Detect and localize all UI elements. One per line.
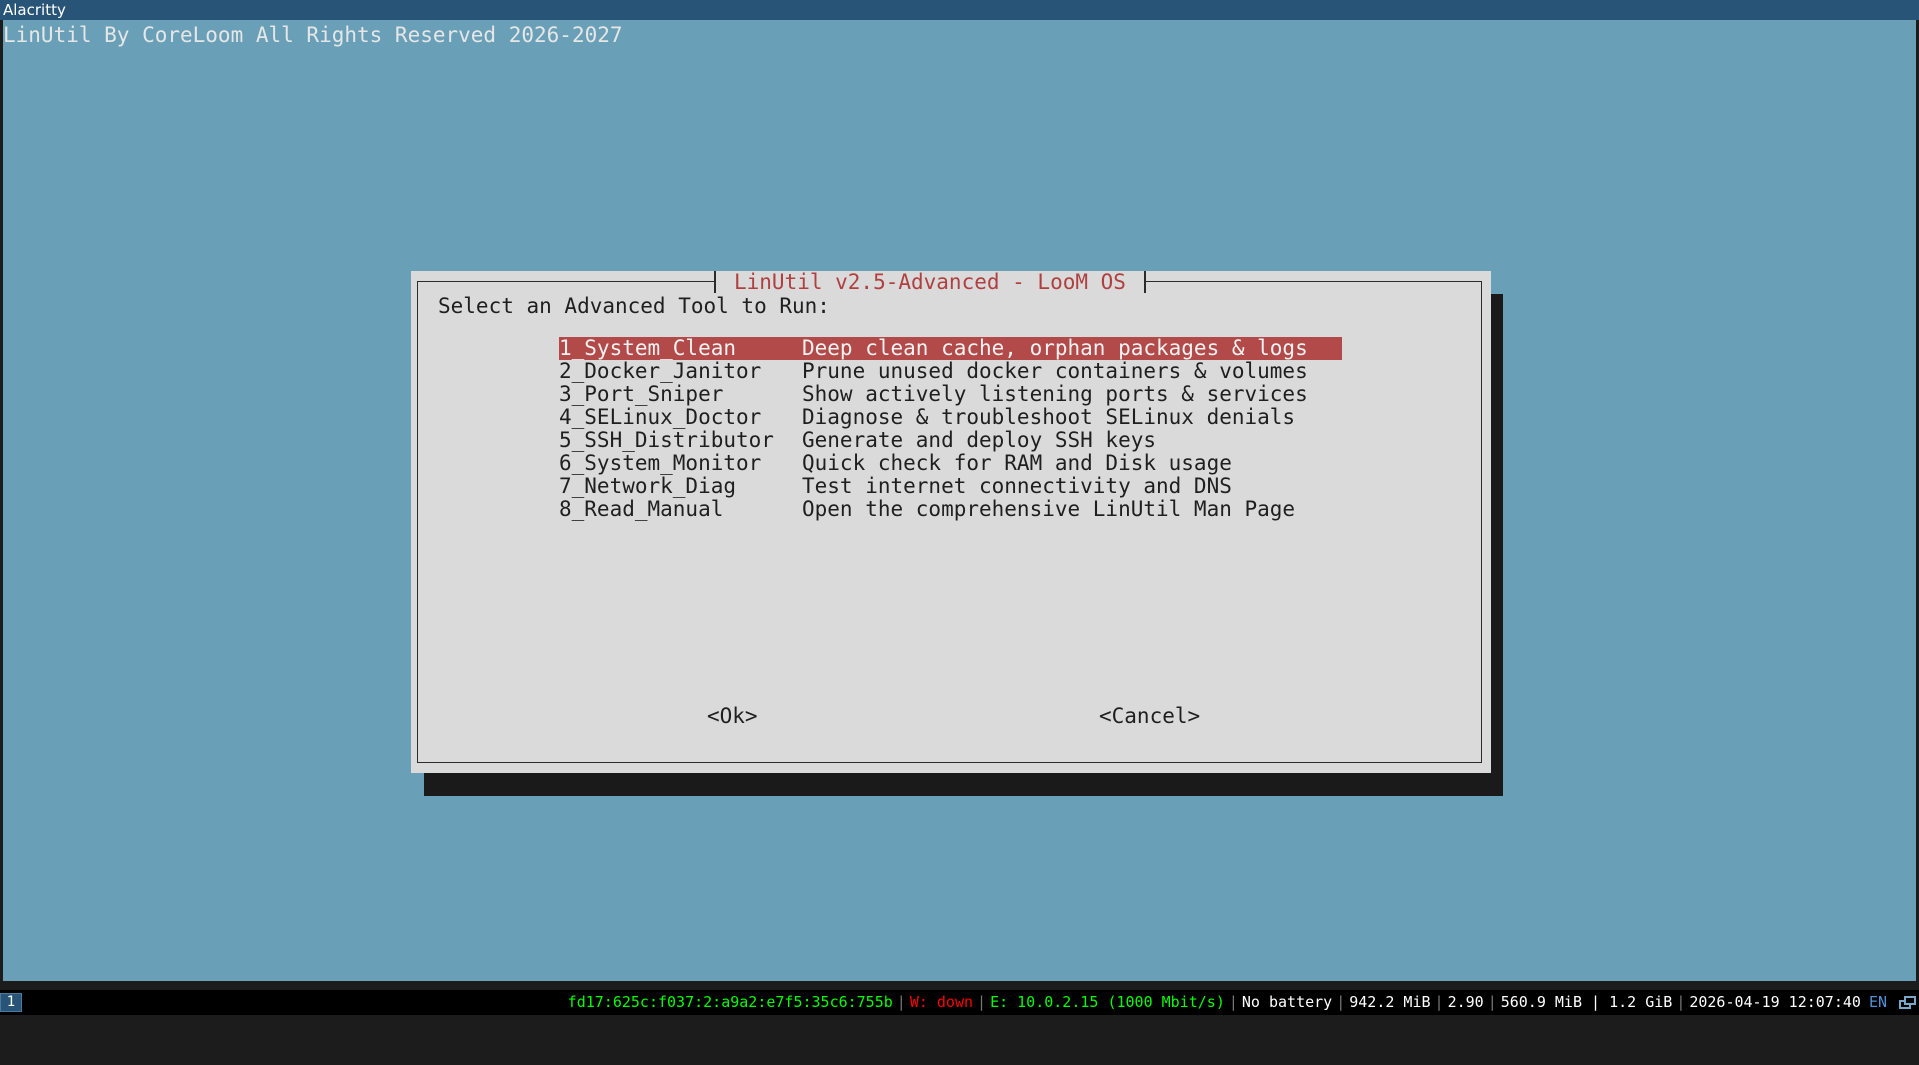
window-stack-icon[interactable] bbox=[1897, 995, 1917, 1011]
menu-item-docker-janitor[interactable]: 2_Docker_Janitor Prune unused docker cont… bbox=[559, 360, 1342, 383]
memory-usage: 560.9 MiB | 1.2 GiB bbox=[1500, 993, 1673, 1011]
menu-item-tag: 5_SSH_Distributor bbox=[559, 428, 774, 452]
menu-item-tag: 4_SELinux_Doctor bbox=[559, 405, 762, 429]
menu-item-desc: Diagnose & troubleshoot SELinux denials bbox=[802, 405, 1296, 429]
status-blocks: fd17:625c:f037:2:a9a2:e7f5:35c6:755b | W:… bbox=[564, 990, 1919, 1015]
memory-free: 942.2 MiB bbox=[1349, 993, 1431, 1011]
menu-item-tag: 7_Network_Diag bbox=[559, 474, 737, 498]
ok-button[interactable]: <Ok> bbox=[707, 701, 758, 731]
menu-item-desc: Generate and deploy SSH keys bbox=[802, 428, 1157, 452]
menu-item-tag: 2_Docker_Janitor bbox=[559, 359, 762, 383]
cancel-button[interactable]: <Cancel> bbox=[1099, 701, 1200, 731]
menu-item-read-manual[interactable]: 8_Read_Manual Open the comprehensive LinU… bbox=[559, 498, 1342, 521]
wifi-status: W: down bbox=[909, 993, 974, 1011]
ipv6-status: fd17:625c:f037:2:a9a2:e7f5:35c6:755b bbox=[567, 993, 893, 1011]
dialog-prompt: Select an Advanced Tool to Run: bbox=[438, 294, 830, 318]
separator: | bbox=[1434, 993, 1444, 1011]
menu-item-tag: 8_Read_Manual bbox=[559, 497, 724, 521]
menu-item-ssh-distributor[interactable]: 5_SSH_Distributor Generate and deploy SSH… bbox=[559, 429, 1342, 452]
menu-item-port-sniper[interactable]: 3_Port_Sniper Show actively listening por… bbox=[559, 383, 1342, 406]
separator: | bbox=[1676, 993, 1686, 1011]
menu-item-desc: Open the comprehensive LinUtil Man Page bbox=[802, 497, 1296, 521]
clock: 2026-04-19 12:07:40 bbox=[1689, 993, 1861, 1011]
menu-item-tag: 1_System_Clean bbox=[559, 336, 737, 360]
menu-item-desc: Show actively listening ports & services bbox=[802, 382, 1308, 406]
dialog: LinUtil v2.5-Advanced - LooM OS Select a… bbox=[411, 271, 1491, 773]
menu-item-system-clean[interactable]: 1_System_Clean Deep clean cache, orphan p… bbox=[559, 337, 1342, 360]
separator: | bbox=[1228, 993, 1238, 1011]
terminal-area[interactable]: LinUtil By CoreLoom All Rights Reserved … bbox=[3, 20, 1916, 981]
menu-item-tag: 3_Port_Sniper bbox=[559, 382, 724, 406]
menu-item-desc: Quick check for RAM and Disk usage bbox=[802, 451, 1232, 475]
window-title: Alacritty bbox=[3, 1, 66, 19]
separator: | bbox=[1336, 993, 1346, 1011]
dialog-title: LinUtil v2.5-Advanced - LooM OS bbox=[714, 271, 1146, 293]
battery-status: No battery bbox=[1241, 993, 1333, 1011]
terminal-banner: LinUtil By CoreLoom All Rights Reserved … bbox=[3, 23, 623, 47]
menu-item-desc: Deep clean cache, orphan packages & logs bbox=[802, 336, 1308, 360]
status-bar: 1 fd17:625c:f037:2:a9a2:e7f5:35c6:755b | … bbox=[0, 990, 1919, 1015]
menu-item-selinux-doctor[interactable]: 4_SELinux_Doctor Diagnose & troubleshoot … bbox=[559, 406, 1342, 429]
tool-menu: 1_System_Clean Deep clean cache, orphan p… bbox=[559, 337, 1342, 521]
menu-item-desc: Test internet connectivity and DNS bbox=[802, 474, 1232, 498]
menu-item-desc: Prune unused docker containers & volumes bbox=[802, 359, 1308, 383]
load-average: 2.90 bbox=[1447, 993, 1484, 1011]
ethernet-status: E: 10.0.2.15 (1000 Mbit/s) bbox=[990, 993, 1225, 1011]
workspace-button[interactable]: 1 bbox=[0, 993, 22, 1012]
window-titlebar[interactable]: Alacritty bbox=[0, 0, 1919, 20]
separator: | bbox=[977, 993, 987, 1011]
menu-item-network-diag[interactable]: 7_Network_Diag Test internet connectivity… bbox=[559, 475, 1342, 498]
menu-item-system-monitor[interactable]: 6_System_Monitor Quick check for RAM and … bbox=[559, 452, 1342, 475]
separator: | bbox=[896, 993, 906, 1011]
menu-item-tag: 6_System_Monitor bbox=[559, 451, 762, 475]
keyboard-layout[interactable]: EN bbox=[1865, 990, 1891, 1015]
separator: | bbox=[1487, 993, 1497, 1011]
